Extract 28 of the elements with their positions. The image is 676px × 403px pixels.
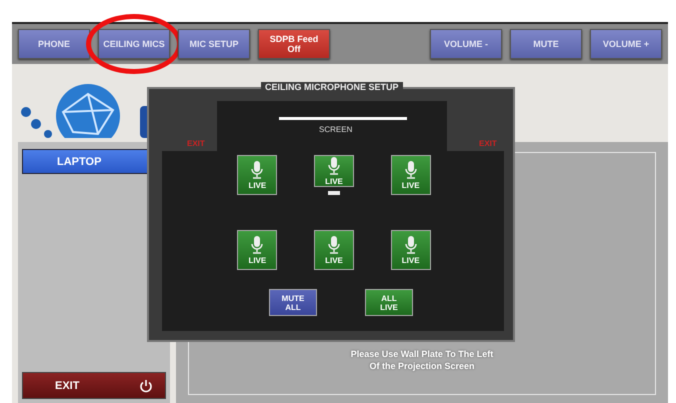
mute-all-button[interactable]: MUTE ALL bbox=[269, 289, 317, 316]
screen-label: SCREEN bbox=[319, 125, 352, 134]
microphone-icon bbox=[326, 156, 341, 176]
exit-button[interactable]: EXIT bbox=[22, 372, 166, 399]
top-button[interactable]: PHONE bbox=[18, 29, 90, 59]
microphone-icon bbox=[404, 160, 418, 180]
top-button[interactable]: MIC SETUP bbox=[178, 29, 250, 59]
mic-button[interactable]: LIVE bbox=[237, 230, 278, 270]
mic-button[interactable]: LIVE bbox=[237, 155, 278, 195]
microphone-icon bbox=[326, 235, 341, 255]
mic-button[interactable]: LIVE bbox=[390, 230, 431, 270]
exit-label: EXIT bbox=[479, 139, 497, 148]
mic-button[interactable]: LIVE bbox=[314, 230, 354, 270]
top-button[interactable]: CEILING MICS bbox=[98, 29, 170, 59]
microphone-icon bbox=[250, 235, 264, 255]
top-button[interactable]: VOLUME - bbox=[430, 29, 502, 59]
dialog-title: CEILING MICROPHONE SETUP bbox=[261, 82, 403, 92]
instruction-text: Please Use Wall Plate To The Left Of the Projection Screen bbox=[350, 348, 494, 372]
power-icon bbox=[139, 378, 153, 392]
microphone-icon bbox=[404, 235, 418, 255]
microphone-icon bbox=[250, 160, 264, 180]
all-live-button[interactable]: ALL LIVE bbox=[365, 289, 413, 316]
top-button[interactable]: MUTE bbox=[510, 29, 582, 59]
exit-label: EXIT bbox=[187, 139, 205, 148]
mic-button[interactable]: LIVE bbox=[390, 155, 431, 195]
top-button[interactable]: SDPB Feed Off bbox=[258, 29, 330, 59]
top-button[interactable]: VOLUME + bbox=[590, 29, 662, 59]
mic-button[interactable]: LIVE bbox=[314, 155, 354, 187]
